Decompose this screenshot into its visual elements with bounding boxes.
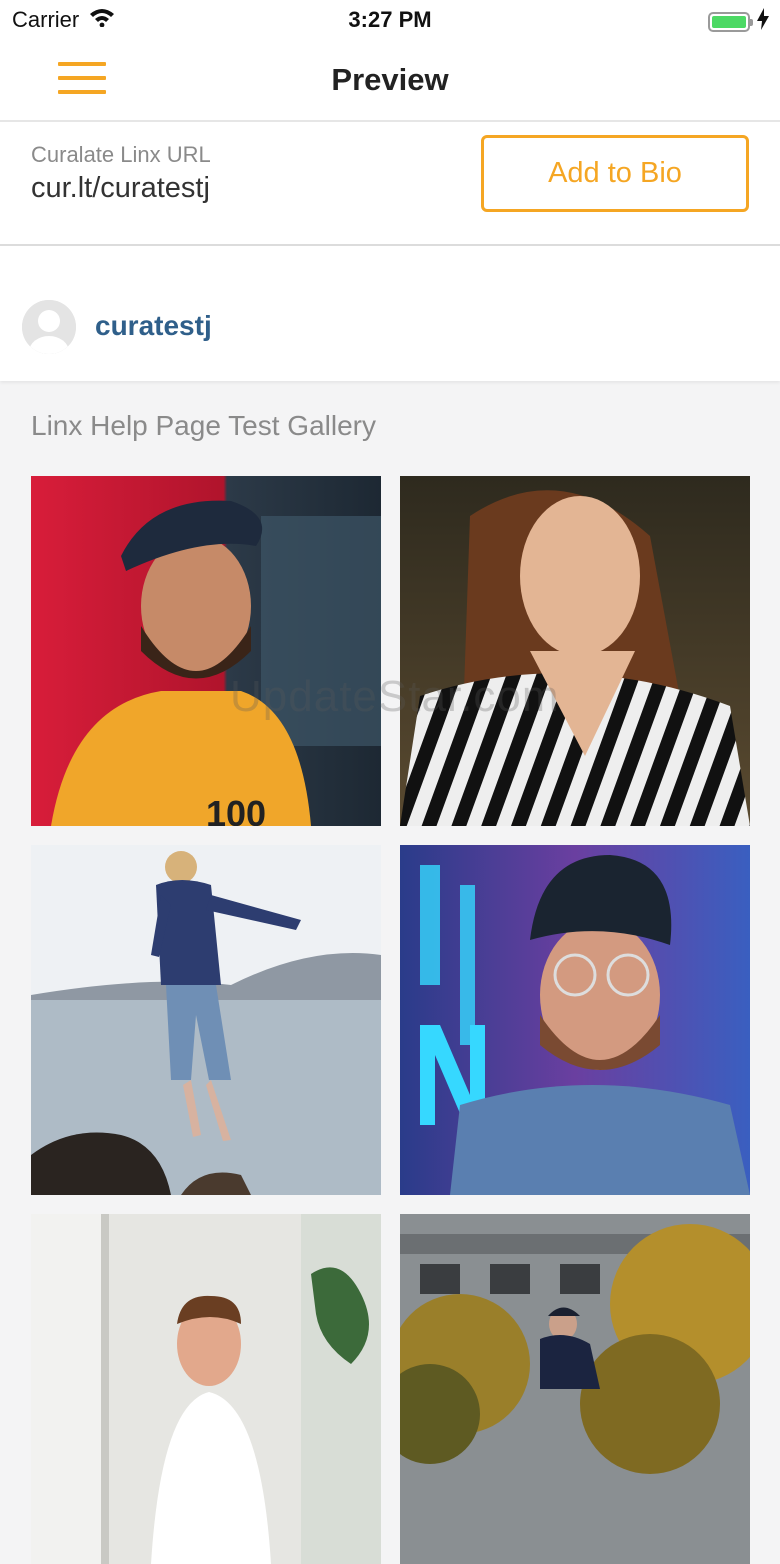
add-to-bio-button[interactable]: Add to Bio (481, 135, 749, 212)
nav-bar: Preview (0, 40, 780, 122)
profile-row: curatestj (0, 246, 780, 381)
linx-url-label: Curalate Linx URL (31, 142, 211, 167)
profile-username[interactable]: curatestj (95, 310, 212, 342)
photo-tile-man-in-cap[interactable]: 100 (31, 476, 381, 826)
photo-tile-man-trees[interactable] (400, 1214, 750, 1564)
photo-tile-man-jumping[interactable] (31, 845, 381, 1195)
page-title: Preview (331, 62, 449, 97)
linx-url-section: Curalate Linx URL cur.lt/curatestj Add t… (0, 122, 780, 246)
battery-level (712, 15, 746, 28)
charging-bolt-icon (756, 8, 770, 35)
battery-icon (708, 11, 753, 32)
gallery-title: Linx Help Page Test Gallery (31, 410, 376, 441)
photo-tile-man-neon[interactable] (400, 845, 750, 1195)
status-time: 3:27 PM (348, 7, 432, 32)
default-avatar-icon (22, 300, 76, 354)
watermark: UpdateStar.com (230, 672, 560, 721)
photo-tile-woman-striped[interactable] (400, 476, 750, 826)
status-right (708, 8, 770, 35)
svg-text:100: 100 (206, 793, 266, 826)
status-bar: Carrier 3:27 PM (0, 0, 780, 40)
photo-tile-smiling-man[interactable] (31, 1214, 381, 1564)
linx-url-value[interactable]: cur.lt/curatestj (31, 172, 210, 205)
